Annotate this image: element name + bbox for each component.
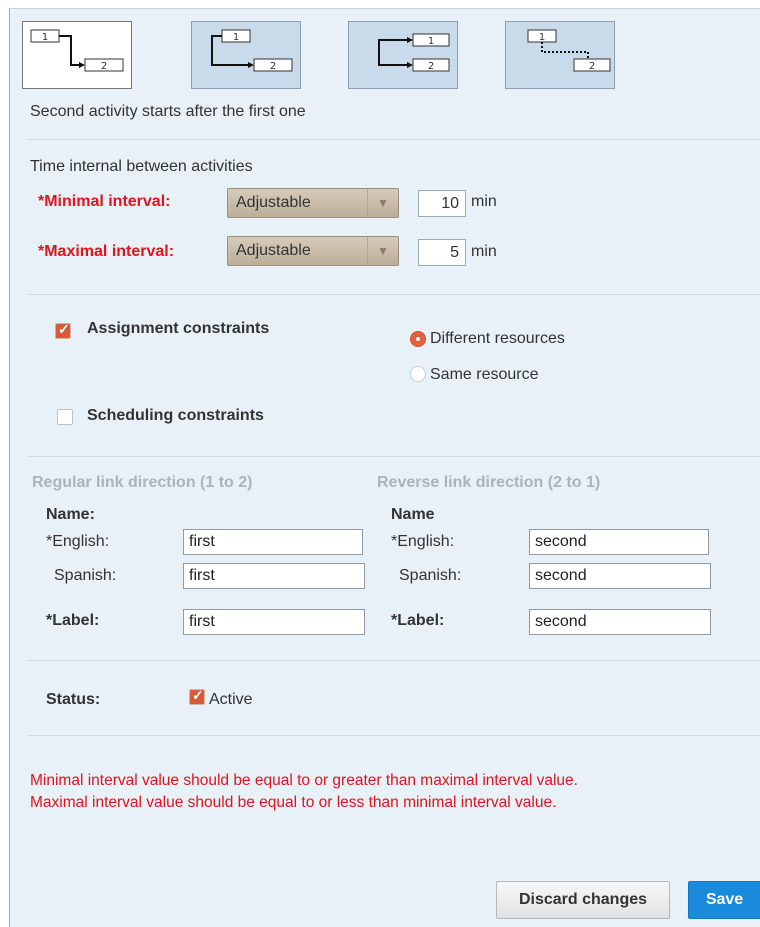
finish-to-finish-dotted-icon: 1 2: [527, 29, 611, 72]
save-button[interactable]: Save: [688, 881, 760, 919]
maximal-interval-mode-value: Adjustable: [236, 242, 311, 259]
regular-english-input[interactable]: first: [183, 529, 363, 555]
same-resource-radio[interactable]: [410, 366, 426, 382]
divider: [28, 660, 760, 661]
discard-changes-button[interactable]: Discard changes: [496, 881, 670, 919]
link-editor-panel: 1 2 1 2 1 2 1 2 Second activity starts a…: [9, 8, 760, 927]
maximal-interval-mode-select[interactable]: Adjustable ▼: [227, 236, 399, 266]
finish-to-start-icon: 1 2: [30, 29, 124, 72]
same-resource-label: Same resource: [430, 366, 539, 383]
svg-text:2: 2: [101, 61, 107, 72]
link-type-finish-to-start-button[interactable]: 1 2: [22, 21, 132, 89]
regular-english-label: *English:: [46, 533, 110, 550]
start-to-finish-icon: 1 2: [211, 29, 293, 72]
svg-text:2: 2: [270, 61, 276, 72]
different-resources-radio[interactable]: [410, 331, 426, 347]
reverse-spanish-input[interactable]: second: [529, 563, 711, 589]
error-message: Maximal interval value should be equal t…: [30, 794, 557, 811]
regular-label-input[interactable]: first: [183, 609, 365, 635]
reverse-direction-heading: Reverse link direction (2 to 1): [377, 474, 601, 491]
reverse-label-input[interactable]: second: [529, 609, 711, 635]
maximal-interval-unit: min: [471, 243, 497, 260]
assignment-constraints-checkbox[interactable]: ✓: [55, 321, 71, 339]
scheduling-constraints-checkbox[interactable]: [57, 409, 73, 425]
different-resources-label: Different resources: [430, 330, 565, 347]
chevron-down-icon: ▼: [367, 189, 398, 217]
regular-label-label: *Label:: [46, 612, 100, 629]
reverse-name-heading: Name: [391, 506, 435, 523]
link-type-finish-to-finish-button[interactable]: 1 2: [505, 21, 615, 89]
chevron-down-icon: ▼: [367, 237, 398, 265]
minimal-interval-mode-select[interactable]: Adjustable ▼: [227, 188, 399, 218]
minimal-interval-label: *Minimal interval:: [38, 193, 171, 210]
reverse-label-label: *Label:: [391, 612, 445, 629]
status-label: Status:: [46, 691, 101, 708]
reverse-english-input[interactable]: second: [529, 529, 709, 555]
svg-text:2: 2: [428, 61, 434, 72]
interval-heading: Time internal between activities: [30, 158, 253, 175]
reverse-english-label: *English:: [391, 533, 455, 550]
start-to-start-icon: 1 2: [378, 33, 450, 72]
svg-text:1: 1: [428, 36, 434, 47]
active-label: Active: [209, 691, 253, 708]
maximal-interval-input[interactable]: 5: [418, 239, 466, 266]
divider: [28, 456, 760, 457]
check-icon: ✓: [58, 321, 70, 337]
svg-text:1: 1: [233, 32, 239, 43]
regular-name-heading: Name:: [46, 506, 95, 523]
maximal-interval-label: *Maximal interval:: [38, 243, 175, 260]
svg-text:1: 1: [539, 32, 545, 43]
minimal-interval-unit: min: [471, 193, 497, 210]
link-type-start-to-start-button[interactable]: 1 2: [348, 21, 458, 89]
regular-spanish-label: Spanish:: [54, 567, 117, 584]
regular-spanish-input[interactable]: first: [183, 563, 365, 589]
error-message: Minimal interval value should be equal t…: [30, 772, 578, 789]
check-icon: ✓: [192, 687, 204, 703]
divider: [28, 735, 760, 736]
svg-text:2: 2: [589, 61, 595, 72]
minimal-interval-mode-value: Adjustable: [236, 194, 311, 211]
divider: [28, 139, 760, 140]
svg-text:1: 1: [42, 32, 48, 43]
active-checkbox[interactable]: ✓: [189, 687, 205, 705]
regular-direction-heading: Regular link direction (1 to 2): [32, 474, 253, 491]
scheduling-constraints-label: Scheduling constraints: [87, 407, 264, 424]
minimal-interval-input[interactable]: 10: [418, 190, 466, 217]
link-type-start-to-finish-straight-button[interactable]: 1 2: [191, 21, 301, 89]
divider: [28, 294, 760, 295]
link-description: Second activity starts after the first o…: [30, 103, 306, 120]
reverse-spanish-label: Spanish:: [399, 567, 462, 584]
assignment-constraints-label: Assignment constraints: [87, 320, 270, 337]
